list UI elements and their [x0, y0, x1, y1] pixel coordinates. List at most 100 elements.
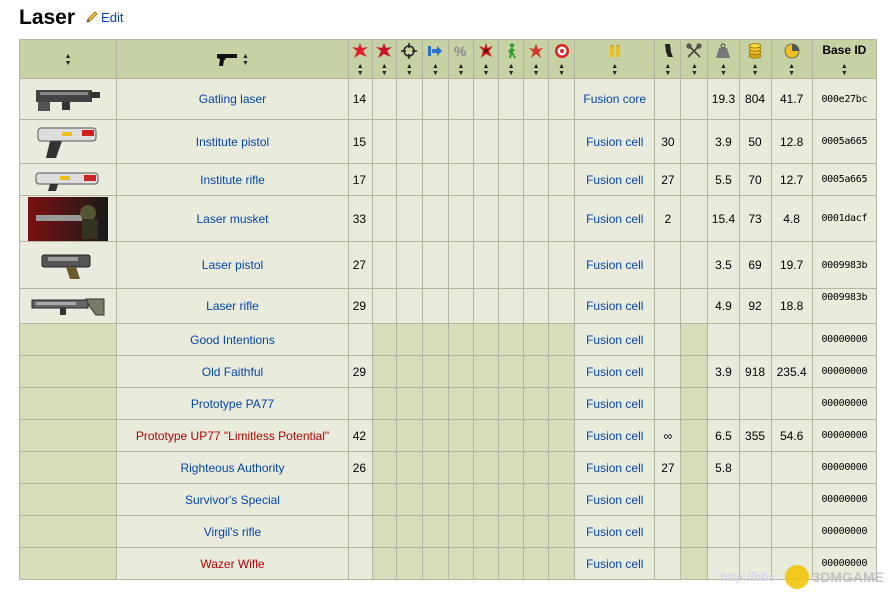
ammo-link[interactable]: Fusion cell — [586, 525, 643, 539]
weapon-name-link[interactable]: Laser musket — [196, 212, 268, 226]
table-row: Gatling laser 14 Fusion core 19.3 804 41.7 000… — [18, 78, 878, 120]
col-weight-header[interactable]: ▲ ▼ — [707, 39, 740, 79]
ammo-link[interactable]: Fusion cell — [586, 212, 643, 226]
col-target-header[interactable]: ▲ ▼ — [548, 39, 576, 79]
sort-icon[interactable]: ▲ ▼ — [508, 63, 515, 77]
ammo-cell: Fusion cell — [574, 419, 656, 452]
col-burst-header[interactable]: ▲ ▼ — [523, 39, 550, 79]
sort-icon[interactable]: ▲ ▼ — [357, 63, 364, 77]
ammo-link[interactable]: Fusion cell — [586, 397, 643, 411]
stat-cell — [395, 195, 423, 242]
sort-icon[interactable]: ▲ ▼ — [558, 63, 565, 77]
value-cell: 50 — [738, 119, 772, 164]
weapon-thumbnail[interactable] — [20, 124, 116, 160]
stat-cell — [548, 355, 576, 388]
ammo-link[interactable]: Fusion cell — [586, 173, 643, 187]
weapon-thumbnail[interactable] — [20, 196, 116, 241]
col-magazine-header[interactable]: ▲ ▼ — [654, 39, 682, 79]
ammo-link[interactable]: Fusion cell — [586, 258, 643, 272]
sort-icon[interactable]: ▲ ▼ — [841, 63, 848, 77]
weapon-thumbnail[interactable] — [20, 84, 116, 114]
damage-cell — [347, 483, 373, 516]
weapon-name-link[interactable]: Survivor's Special — [185, 493, 280, 507]
sort-icon[interactable]: ▲ ▼ — [406, 63, 413, 77]
col-baseid-header[interactable]: Base ID ▲ ▼ — [811, 39, 878, 79]
ammo-link[interactable]: Fusion cell — [586, 135, 643, 149]
ratio-cell: 54.6 — [770, 419, 813, 452]
ammo-link[interactable]: Fusion cell — [586, 333, 643, 347]
ratio-cell — [770, 387, 813, 420]
col-critdmg-header[interactable]: ▲ ▼ — [472, 39, 500, 79]
sort-icon[interactable]: ▲ ▼ — [788, 63, 795, 77]
weapon-name-cell: Survivor's Special — [116, 483, 349, 516]
weapon-name-link[interactable]: Laser pistol — [202, 258, 263, 272]
ammo-cell: Fusion cell — [574, 288, 656, 324]
weapon-name-link[interactable]: Old Faithful — [202, 365, 263, 379]
sort-icon[interactable]: ▲ ▼ — [533, 63, 540, 77]
stat-cell — [523, 241, 550, 289]
col-ammo-header[interactable]: ▲ ▼ — [574, 39, 656, 79]
stat-cell — [421, 241, 449, 289]
ammo-link[interactable]: Fusion cell — [586, 461, 643, 475]
weapon-name-link[interactable]: Wazer Wifle — [200, 557, 264, 571]
sort-icon[interactable]: ▲ ▼ — [483, 63, 490, 77]
sort-icon[interactable]: ▲ ▼ — [242, 53, 249, 67]
ammo-link[interactable]: Fusion cell — [586, 299, 643, 313]
ammo-link[interactable]: Fusion cell — [586, 365, 643, 379]
title-row: Laser Edit — [19, 6, 123, 32]
weapon-name-link[interactable]: Virgil's rifle — [204, 525, 261, 539]
ammo-link[interactable]: Fusion cell — [586, 429, 643, 443]
col-name-header[interactable]: ▲ ▼ — [116, 39, 349, 79]
weapon-name-link[interactable]: Good Intentions — [190, 333, 275, 347]
weapon-thumbnail[interactable] — [20, 293, 116, 319]
sort-icon[interactable]: ▲ ▼ — [691, 63, 698, 77]
weapon-image[interactable] — [18, 288, 118, 324]
col-range-header[interactable]: ▲ ▼ — [421, 39, 449, 79]
col-value-header[interactable]: ▲ ▼ — [738, 39, 772, 79]
ammo-link[interactable]: Fusion cell — [586, 557, 643, 571]
table-row: Virgil's rifle Fusion cell 00000000 — [18, 515, 878, 548]
weapon-image[interactable] — [18, 195, 118, 242]
ammo-link[interactable]: Fusion core — [583, 92, 646, 106]
sort-icon[interactable]: ▲ ▼ — [664, 63, 671, 77]
sort-icon[interactable]: ▲ ▼ — [457, 63, 464, 77]
ammo-link[interactable]: Fusion cell — [586, 493, 643, 507]
stat-cell — [447, 483, 474, 516]
weapon-image[interactable] — [18, 119, 118, 164]
weapon-thumbnail[interactable] — [20, 249, 116, 281]
weapon-name-link[interactable]: Institute pistol — [196, 135, 269, 149]
col-image-header[interactable]: ▲ ▼ — [18, 39, 118, 79]
weapon-name-link[interactable]: Laser rifle — [206, 299, 259, 313]
weapon-name-link[interactable]: Gatling laser — [199, 92, 266, 106]
col-crit-header[interactable]: % ▲ ▼ — [447, 39, 474, 79]
stat-cell — [447, 451, 474, 484]
weapon-name-link[interactable]: Prototype PA77 — [191, 397, 274, 411]
col-accuracy-header[interactable]: ▲ ▼ — [395, 39, 423, 79]
stat-cell — [395, 355, 423, 388]
stat-cell — [498, 78, 525, 120]
weapon-name-link[interactable]: Righteous Authority — [180, 461, 284, 475]
sort-icon[interactable]: ▲ ▼ — [381, 63, 388, 77]
col-rate-header[interactable]: ▲ ▼ — [680, 39, 709, 79]
stat-cell — [498, 451, 525, 484]
sort-icon[interactable]: ▲ ▼ — [65, 53, 72, 67]
weapon-name-link[interactable]: Institute rifle — [200, 173, 265, 187]
col-damage-header[interactable]: ▲ ▼ — [347, 39, 373, 79]
weapon-image[interactable] — [18, 78, 118, 120]
sort-icon[interactable]: ▲ ▼ — [611, 63, 618, 77]
stat-cell — [371, 515, 397, 548]
stat-cell — [395, 323, 423, 356]
weapon-name-link[interactable]: Prototype UP77 "Limitless Potential" — [136, 429, 329, 443]
col-ap-header[interactable]: ▲ ▼ — [498, 39, 525, 79]
col-ratio-header[interactable]: ▲ ▼ — [770, 39, 813, 79]
table-body: Gatling laser 14 Fusion core 19.3 804 41.7 000… — [18, 78, 878, 580]
edit-link[interactable]: Edit — [85, 10, 123, 25]
weapon-thumbnail[interactable] — [20, 167, 116, 193]
stat-cell — [447, 78, 474, 120]
col-damage2-header[interactable]: ▲ ▼ — [371, 39, 397, 79]
weapon-image[interactable] — [18, 163, 118, 196]
weapon-image[interactable] — [18, 241, 118, 289]
sort-icon[interactable]: ▲ ▼ — [720, 63, 727, 77]
sort-icon[interactable]: ▲ ▼ — [432, 63, 439, 77]
sort-icon[interactable]: ▲ ▼ — [752, 63, 759, 77]
